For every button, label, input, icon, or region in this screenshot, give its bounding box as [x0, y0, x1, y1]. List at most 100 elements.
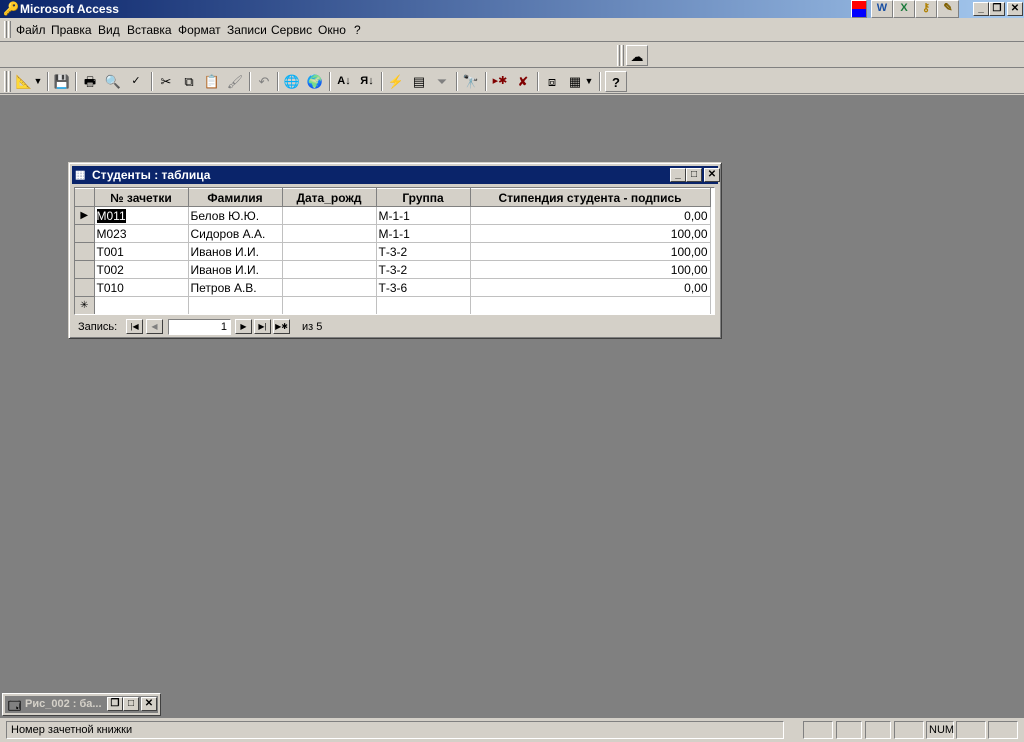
prev-record-button[interactable]: ◀	[146, 319, 163, 334]
table-cell[interactable]: T010	[94, 278, 189, 297]
cut-icon[interactable]: ✂	[155, 71, 177, 92]
record-selector[interactable]	[75, 260, 95, 279]
print-preview-icon[interactable]: 🔍	[102, 71, 124, 92]
table-cell[interactable]	[282, 206, 377, 225]
toolbar-grip[interactable]	[4, 71, 7, 92]
minimized-maximize-button[interactable]: □	[123, 697, 139, 711]
table-cell[interactable]	[94, 296, 189, 314]
sort-descending-icon[interactable]: Я↓	[356, 71, 378, 92]
sort-ascending-icon[interactable]: A↓	[333, 71, 355, 92]
table-cell[interactable]: M023	[94, 224, 189, 243]
save-icon[interactable]: 💾	[51, 71, 73, 92]
table-cell[interactable]: Иванов И.И.	[188, 242, 283, 261]
table-cell[interactable]: Т-3-2	[376, 260, 471, 279]
menu-tools[interactable]: Сервис	[271, 23, 312, 37]
app-minimize-button[interactable]: _	[973, 2, 989, 16]
datasheet-maximize-button[interactable]: □	[686, 168, 702, 182]
new-record-nav-button[interactable]: ▶✱	[273, 319, 290, 334]
menu-help[interactable]: ?	[354, 23, 361, 37]
new-record-asterisk-icon[interactable]: ✳	[75, 296, 95, 314]
table-cell[interactable]: Иванов И.И.	[188, 260, 283, 279]
last-record-button[interactable]: ▶|	[254, 319, 271, 334]
table-cell[interactable]	[282, 224, 377, 243]
select-all-corner[interactable]	[75, 188, 95, 207]
menu-view[interactable]: Вид	[98, 23, 120, 37]
table-cell[interactable]	[376, 296, 471, 314]
next-record-button[interactable]: ▶	[235, 319, 252, 334]
help-icon[interactable]: ?	[605, 71, 627, 92]
toolbar2-grip[interactable]	[617, 45, 620, 66]
excel-icon[interactable]: X	[893, 0, 915, 18]
record-selector[interactable]	[75, 278, 95, 297]
record-number-input[interactable]: 1	[168, 319, 231, 335]
undo-icon[interactable]: ↶	[253, 71, 275, 92]
menu-grip[interactable]	[4, 21, 7, 38]
copy-icon[interactable]: ⧉	[178, 71, 200, 92]
table-cell[interactable]	[282, 296, 377, 314]
spelling-icon[interactable]: ✓	[125, 71, 147, 92]
paste-icon[interactable]: 📋	[201, 71, 223, 92]
apply-filter-icon[interactable]: ⏷	[431, 71, 453, 92]
new-object-icon[interactable]: ▦	[564, 71, 586, 92]
table-cell[interactable]	[282, 278, 377, 297]
table-cell[interactable]: M011	[94, 206, 189, 225]
find-binoculars-icon[interactable]: 🔭	[460, 71, 482, 92]
table-cell[interactable]	[470, 296, 711, 314]
office-colors-icon[interactable]	[851, 0, 867, 18]
menu-edit[interactable]: Правка	[51, 23, 92, 37]
table-cell[interactable]: Т-3-2	[376, 242, 471, 261]
table-cell[interactable]: М-1-1	[376, 224, 471, 243]
table-cell[interactable]: 100,00	[470, 260, 711, 279]
table-cell[interactable]: Сидоров А.А.	[188, 224, 283, 243]
datasheet-title-bar[interactable]: ▦ Студенты : таблица _ □ ✕	[72, 166, 720, 184]
table-cell[interactable]	[282, 242, 377, 261]
record-selector[interactable]	[75, 224, 95, 243]
table-cell[interactable]: T002	[94, 260, 189, 279]
app-close-button[interactable]: ✕	[1007, 2, 1023, 16]
table-cell[interactable]: Белов Ю.Ю.	[188, 206, 283, 225]
table-cell[interactable]	[188, 296, 283, 314]
view-dropdown-chevron-down-icon[interactable]: ▼	[33, 71, 43, 92]
minimized-window[interactable]: 🗔 Рис_002 : ба... ❐ □ ✕	[2, 693, 161, 716]
menu-format[interactable]: Формат	[178, 23, 221, 37]
menu-file[interactable]: Файл	[16, 23, 46, 37]
app-restore-button[interactable]: ❐	[989, 2, 1005, 16]
access-icon[interactable]: ⚷	[915, 0, 937, 18]
new-object-chevron-down-icon[interactable]: ▼	[584, 71, 594, 92]
table-cell[interactable]: 0,00	[470, 206, 711, 225]
minimized-title-bar[interactable]: 🗔 Рис_002 : ба... ❐ □ ✕	[5, 696, 158, 713]
table-cell[interactable]: T001	[94, 242, 189, 261]
format-painter-icon[interactable]: 🖌	[224, 71, 246, 92]
database-window-icon[interactable]: ⧈	[541, 71, 563, 92]
view-design-icon[interactable]: 📐	[13, 71, 35, 92]
first-record-button[interactable]: |◀	[126, 319, 143, 334]
filter-by-form-icon[interactable]: ▤	[408, 71, 430, 92]
column-header[interactable]: Стипендия студента - подпись	[470, 188, 711, 207]
column-header[interactable]: № зачетки	[94, 188, 189, 207]
print-icon[interactable]: 🖶	[79, 71, 101, 92]
binder-icon[interactable]: ✎	[937, 0, 959, 18]
word-icon[interactable]: W	[871, 0, 893, 18]
column-header[interactable]: Фамилия	[188, 188, 283, 207]
web-toolbar-icon[interactable]: 🌍	[304, 71, 326, 92]
insert-hyperlink-icon[interactable]: 🌐	[281, 71, 303, 92]
table-cell[interactable]: 100,00	[470, 224, 711, 243]
office-assistant-icon[interactable]: ☁	[626, 45, 648, 66]
new-record-icon[interactable]: ▸✱	[489, 71, 511, 92]
menu-insert[interactable]: Вставка	[127, 23, 172, 37]
app-title-bar[interactable]: 🔑 Microsoft Access W X ⚷ ✎ _ ❐ ✕	[0, 0, 1024, 18]
table-cell[interactable]	[282, 260, 377, 279]
menu-window[interactable]: Окно	[318, 23, 346, 37]
minimized-restore-button[interactable]: ❐	[107, 697, 123, 711]
datasheet-close-button[interactable]: ✕	[704, 168, 720, 182]
table-cell[interactable]: М-1-1	[376, 206, 471, 225]
table-cell[interactable]: Петров А.В.	[188, 278, 283, 297]
column-header[interactable]: Группа	[376, 188, 471, 207]
column-header[interactable]: Дата_рожд	[282, 188, 377, 207]
current-record-arrow-icon[interactable]: ▶	[75, 206, 95, 225]
delete-record-icon[interactable]: ✘	[512, 71, 534, 92]
table-cell[interactable]: 100,00	[470, 242, 711, 261]
filter-by-selection-icon[interactable]: ⚡	[385, 71, 407, 92]
datasheet-minimize-button[interactable]: _	[670, 168, 686, 182]
table-cell[interactable]: 0,00	[470, 278, 711, 297]
